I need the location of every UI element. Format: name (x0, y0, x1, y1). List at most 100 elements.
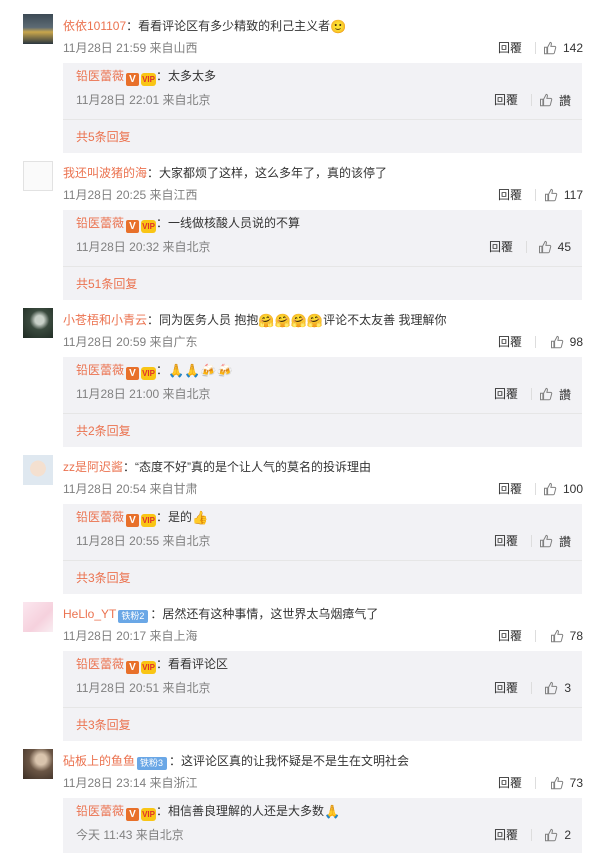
colon: ： (156, 69, 169, 83)
avatar[interactable] (23, 308, 53, 338)
comment-text: 这评论区真的让我怀疑是不是生在文明社会 (181, 754, 410, 768)
colon: ： (123, 460, 136, 474)
like-button[interactable]: 142 (543, 39, 583, 57)
like-button[interactable]: 讚 (539, 91, 571, 109)
verified-badge-icon: V (126, 73, 140, 86)
divider (535, 42, 536, 54)
colon: ： (156, 510, 169, 524)
colon: ： (150, 607, 163, 621)
reply-button[interactable]: 回覆 (494, 680, 518, 696)
sub-reply-line: 铅医蕾薇 V VIP：相信善良理解的人还是大多数🙏 (76, 803, 340, 821)
like-button[interactable]: 73 (550, 774, 583, 792)
verified-badge-icon: V (126, 514, 140, 527)
vip-badge-icon: VIP (141, 514, 157, 527)
reply-button[interactable]: 回覆 (494, 386, 518, 402)
like-button[interactable]: 117 (544, 186, 583, 204)
reply-button[interactable]: 回覆 (498, 628, 522, 644)
divider (535, 189, 536, 201)
like-button[interactable]: 讚 (539, 532, 571, 550)
like-count: 讚 (558, 534, 571, 549)
divider (526, 241, 527, 253)
reply-button[interactable]: 回覆 (494, 533, 518, 549)
comment-item: 我还叫波猪的海：大家都烦了这样，这么多年了，真的该停了 11月28日 20:25… (0, 143, 601, 300)
sub-reply-box: 铅医蕾薇 V VIP：相信善良理解的人还是大多数🙏 今天 11:43 来自北京 回覆… (63, 798, 582, 853)
username-link[interactable]: 依依101107 (63, 19, 126, 33)
like-count: 78 (569, 629, 583, 643)
avatar[interactable] (23, 602, 53, 632)
thumbs-up-icon (544, 188, 558, 202)
comment-text: “态度不好”真的是个让人气的莫名的投诉理由 (135, 460, 372, 474)
comment-text: 居然还有这种事情，这世界太乌烟瘴气了 (162, 607, 379, 621)
hug-emoji-icon: 🤗🤗🤗🤗 (258, 313, 324, 328)
verified-badge-icon: V (126, 808, 140, 821)
username-link[interactable]: HeLlo_YT (63, 607, 116, 621)
username-link[interactable]: 铅医蕾薇 (76, 69, 124, 83)
fan-level-badge: 铁粉3 (137, 757, 168, 770)
username-link[interactable]: zz是阿迟酱 (63, 460, 123, 474)
thumbs-up-icon (539, 534, 553, 548)
thumbs-up-icon (550, 335, 564, 349)
avatar[interactable] (23, 455, 53, 485)
username-link[interactable]: 我还叫波猪的海 (63, 166, 147, 180)
username-link[interactable]: 砧板上的鱼鱼 (63, 754, 135, 768)
comment-meta: 11月28日 23:14 来自浙江 (63, 776, 198, 790)
like-button[interactable]: 100 (543, 480, 583, 498)
like-count: 45 (557, 240, 571, 254)
fan-level-badge: 铁粉2 (118, 610, 149, 623)
thumbs-up-icon (550, 776, 564, 790)
vip-badge-icon: VIP (141, 661, 157, 674)
like-button[interactable]: 3 (544, 679, 571, 697)
like-button[interactable]: 讚 (539, 385, 571, 403)
comment-text: 看看评论区有多少精致的利己主义者 (138, 19, 331, 33)
like-count: 142 (562, 41, 583, 55)
vip-badge-icon: VIP (141, 220, 157, 233)
reply-button[interactable]: 回覆 (498, 187, 522, 203)
sub-reply-meta: 今天 11:43 来自北京 (76, 828, 184, 842)
colon: ： (147, 166, 160, 180)
avatar[interactable] (23, 161, 53, 191)
thumbs-up-icon (550, 629, 564, 643)
divider (535, 630, 536, 642)
reply-button[interactable]: 回覆 (494, 92, 518, 108)
vip-badge-icon: VIP (141, 367, 157, 380)
username-link[interactable]: 铅医蕾薇 (76, 216, 124, 230)
sub-reply-line: 铅医蕾薇 V VIP：太多太多 (76, 68, 216, 86)
avatar[interactable] (23, 14, 53, 44)
username-link[interactable]: 铅医蕾薇 (76, 657, 124, 671)
divider (531, 388, 532, 400)
username-link[interactable]: 铅医蕾薇 (76, 510, 124, 524)
avatar[interactable] (23, 749, 53, 779)
sub-reply-text: 相信善良理解的人还是大多数 (168, 804, 325, 818)
like-count: 100 (562, 482, 583, 496)
reply-button[interactable]: 回覆 (498, 40, 522, 56)
sub-reply-meta: 11月28日 22:01 来自北京 (76, 93, 211, 107)
like-button[interactable]: 78 (550, 627, 583, 645)
reply-button[interactable]: 回覆 (498, 775, 522, 791)
reply-button[interactable]: 回覆 (498, 334, 522, 350)
vip-badge-icon: VIP (141, 73, 157, 86)
username-link[interactable]: 小苍梧和小青云 (63, 313, 147, 327)
colon: ： (156, 216, 169, 230)
like-count: 讚 (558, 93, 571, 108)
comment-meta: 11月28日 20:17 来自上海 (63, 629, 198, 643)
divider (535, 336, 536, 348)
like-button[interactable]: 45 (538, 238, 571, 256)
verified-badge-icon: V (126, 661, 140, 674)
username-link[interactable]: 铅医蕾薇 (76, 363, 124, 377)
like-count: 73 (569, 776, 583, 790)
reply-button[interactable]: 回覆 (498, 481, 522, 497)
comment-meta: 11月28日 20:59 来自广东 (63, 335, 198, 349)
sub-reply-meta: 11月28日 20:51 来自北京 (76, 681, 211, 695)
comment-item: 砧板上的鱼鱼 铁粉3 ：这评论区真的让我怀疑是不是生在文明社会 11月28日 23:… (0, 731, 601, 853)
reply-button[interactable]: 回覆 (494, 827, 518, 843)
like-button[interactable]: 98 (550, 333, 583, 351)
like-count: 3 (564, 681, 571, 695)
comment-line: 小苍梧和小青云：同为医务人员 抱抱🤗🤗🤗🤗评论不太友善 我理解你 (63, 312, 446, 328)
reply-button[interactable]: 回覆 (489, 239, 513, 255)
comment-item: HeLlo_YT 铁粉2 ：居然还有这种事情，这世界太乌烟瘴气了 11月28日 20… (0, 584, 601, 741)
thumbs-up-icon (544, 681, 558, 695)
colon: ： (147, 313, 160, 327)
username-link[interactable]: 铅医蕾薇 (76, 804, 124, 818)
like-button[interactable]: 2 (544, 826, 571, 844)
sub-reply-meta: 11月28日 20:32 来自北京 (76, 240, 211, 254)
